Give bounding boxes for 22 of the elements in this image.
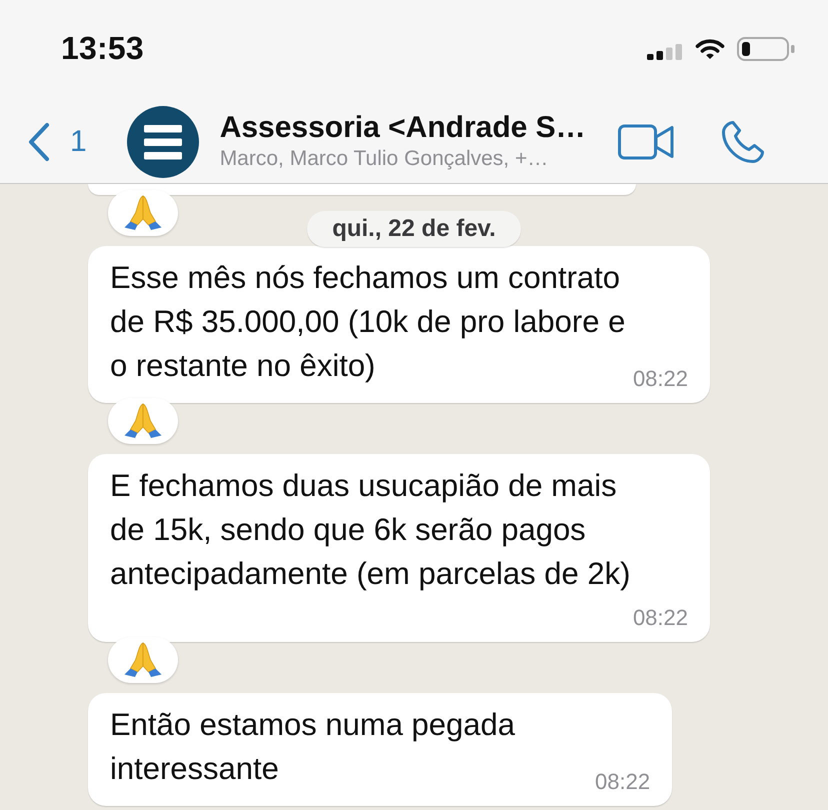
wifi-icon [695,38,725,60]
chevron-left-icon [27,122,51,162]
praying-hands-icon[interactable] [108,398,178,444]
status-time: 13:53 [61,30,144,67]
praying-hands-icon[interactable] [108,637,178,683]
message-text: E fechamos duas usucapião de mais de 15k, sendo que 6k serão pagos antecipadamente (em parcelas de 2k) [110,467,630,593]
phone-icon[interactable] [720,118,766,164]
date-header: qui., 22 de fev. [307,211,521,247]
message-time: 08:22 [595,768,650,795]
participants-list: Marco, Marco Tulio Gonçalves, +… [220,146,604,172]
message-text: Esse mês nós fechamos um contrato de R$ 35.000,00 (10k de pro labore e o restante no êxito) [110,259,626,385]
unread-count: 1 [70,124,87,158]
message-text: Então estamos numa pegada interessante [110,706,515,788]
message-time: 08:22 [632,365,688,392]
battery-icon [737,36,795,60]
message-time: 08:22 [632,604,688,631]
video-camera-icon[interactable] [618,124,674,160]
group-avatar-icon[interactable] [126,106,199,178]
chat-title[interactable]: Assessoria <Andrade S… [220,111,604,145]
signal-icon [647,44,683,60]
praying-hands-icon[interactable] [108,190,178,236]
back-button[interactable]: 1 [27,122,87,162]
